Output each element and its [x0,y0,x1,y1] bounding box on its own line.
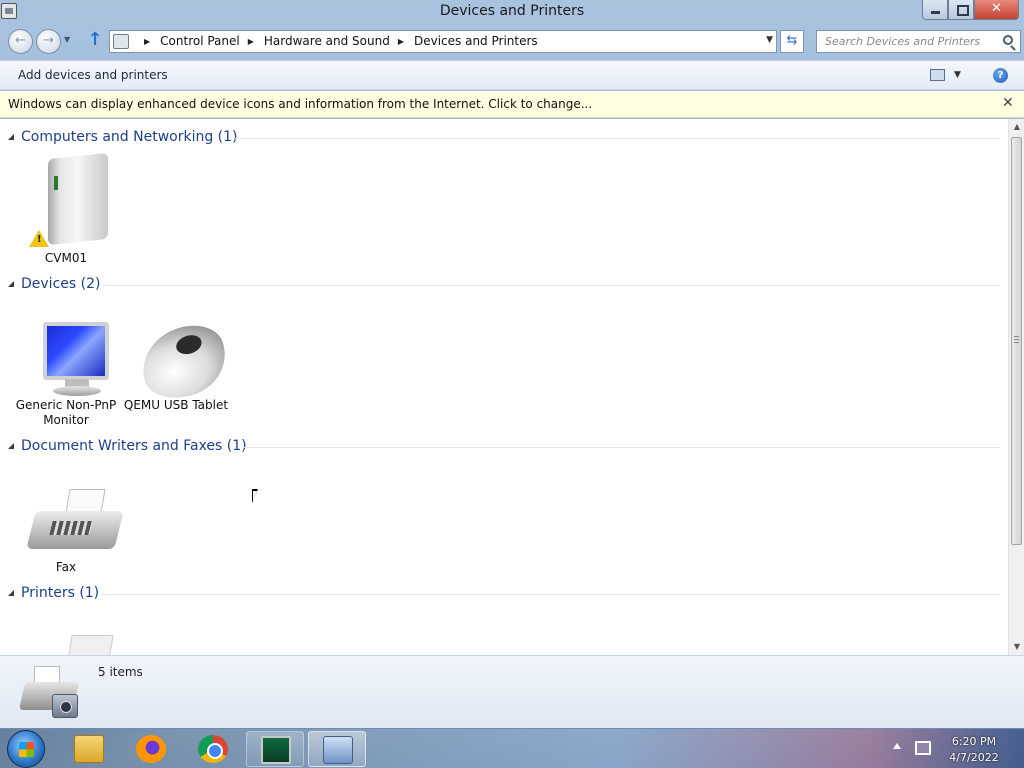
close-button[interactable]: ✕ [974,0,1019,20]
maximize-button[interactable] [948,0,974,20]
breadcrumb: ▶ Control Panel ▶ Hardware and Sound ▶ D… [136,34,538,48]
system-clock[interactable]: 6:20 PM 4/7/2022 [940,734,1008,766]
back-arrow-icon: ← [15,33,26,48]
breadcrumb-separator-icon[interactable]: ▶ [144,37,150,46]
fax-icon [26,489,124,549]
search-icon[interactable] [1003,35,1013,45]
view-options-dropdown-icon[interactable]: ▼ [954,70,961,80]
show-hidden-icons-icon[interactable] [893,743,901,749]
minimize-button[interactable] [922,0,948,20]
computer-icon [48,152,110,246]
recent-pages-dropdown[interactable]: ▼ [64,35,70,44]
forward-arrow-icon: → [43,33,54,48]
details-pane: 5 items [0,655,1024,728]
taskbar: 6:20 PM 4/7/2022 [0,728,1024,768]
collapse-arrow-icon[interactable] [8,443,14,449]
device-label: CVM01 [44,251,88,265]
camera-shape [52,694,78,718]
group-printers[interactable]: Printers (1) [0,583,1008,605]
printer-camera-icon [18,664,80,720]
information-bar[interactable]: Windows can display enhanced device icon… [0,91,1024,118]
breadcrumb-hardware-and-sound[interactable]: Hardware and Sound [264,34,390,48]
collapse-arrow-icon[interactable] [8,590,14,596]
mouse-icon [132,316,236,408]
breadcrumb-devices-and-printers[interactable]: Devices and Printers [414,34,538,48]
search-box[interactable] [816,30,1021,53]
up-level-button[interactable]: ↑ [85,31,105,51]
scroll-down-arrow-icon[interactable]: ▼ [1009,639,1024,655]
address-bar[interactable]: ▶ Control Panel ▶ Hardware and Sound ▶ D… [109,30,777,53]
clock-time: 6:20 PM [951,735,997,748]
breadcrumb-control-panel[interactable]: Control Panel [160,34,240,48]
device-label: Fax [55,560,77,574]
vertical-scrollbar[interactable]: ▲ ▼ [1008,119,1024,655]
computer-led [54,176,58,190]
computer-tower-shape [48,152,108,246]
taskbar-resource-monitor[interactable] [246,731,304,767]
navigation-bar: ← → ▼ ↑ ▶ Control Panel ▶ Hardware and S… [0,26,1024,56]
scroll-up-arrow-icon[interactable]: ▲ [1009,119,1024,135]
mouse-cursor-icon [252,489,258,503]
clock-date: 4/7/2022 [949,751,999,764]
group-title: Document Writers and Faxes (1) [21,438,247,454]
scrollbar-grip [1014,336,1019,344]
collapse-arrow-icon[interactable] [8,134,14,140]
folder-icon [74,735,104,763]
monitor-app-icon [261,736,291,764]
group-title: Computers and Networking (1) [21,129,238,145]
group-title: Printers (1) [21,585,100,601]
group-divider [102,285,1000,286]
group-title: Devices (2) [21,276,101,292]
item-count: 5 items [98,665,143,679]
information-bar-close-icon[interactable]: ✕ [1002,95,1014,111]
breadcrumb-separator-icon[interactable]: ▶ [248,37,254,46]
device-label: QEMU USB Tablet [123,398,229,412]
group-document-writers-and-faxes[interactable]: Document Writers and Faxes (1) [0,436,1008,458]
title-bar[interactable]: Devices and Printers ✕ [0,0,1024,24]
device-cvm01[interactable]: ! CVM01 [11,152,121,266]
group-devices[interactable]: Devices (2) [0,274,1008,296]
printer-icon[interactable] [68,635,114,655]
group-computers-and-networking[interactable]: Computers and Networking (1) [0,127,1008,149]
taskbar-devices-and-printers[interactable] [308,731,366,767]
help-button[interactable]: ? [993,68,1008,83]
taskbar-firefox[interactable] [122,731,180,767]
fax-keypad [49,521,93,535]
group-divider [235,138,1000,139]
device-generic-non-pnp-monitor[interactable]: Generic Non-PnP Monitor [11,322,121,432]
taskbar-file-explorer[interactable] [60,731,118,767]
warning-icon: ! [29,230,49,247]
network-icon[interactable] [915,741,931,755]
caption-buttons: ✕ [922,0,1019,20]
device-label: Generic Non-PnP Monitor [15,398,117,427]
group-divider [102,594,1000,595]
group-divider [242,447,1000,448]
forward-button[interactable]: → [36,29,61,54]
information-bar-text[interactable]: Windows can display enhanced device icon… [8,97,592,111]
taskbar-chrome[interactable] [184,731,242,767]
devices-app-icon [323,736,353,764]
monitor-screen [43,322,109,380]
address-dropdown-icon[interactable]: ▼ [766,35,773,45]
chrome-icon [198,735,228,763]
control-panel-icon [113,34,129,49]
firefox-icon [136,735,166,763]
search-input[interactable] [817,31,997,52]
add-devices-and-printers-button[interactable]: Add devices and printers [18,68,168,82]
back-button[interactable]: ← [8,29,33,54]
device-qemu-usb-tablet[interactable]: QEMU USB Tablet [121,316,236,432]
window-title: Devices and Printers [439,3,585,19]
devices-content-pane: Computers and Networking (1) ! CVM01 Dev… [0,119,1008,655]
monitor-icon [43,322,113,397]
collapse-arrow-icon[interactable] [8,281,14,287]
device-fax[interactable]: Fax [11,481,124,581]
breadcrumb-separator-icon[interactable]: ▶ [398,37,404,46]
devices-and-printers-window: Devices and Printers ✕ ← → ▼ ↑ ▶ Control… [0,0,1024,728]
monitor-base [53,386,101,396]
refresh-button[interactable]: ⇆ [780,30,804,53]
change-view-icon[interactable] [930,69,945,81]
command-bar: Add devices and printers ▼ ? [0,60,1024,90]
scrollbar-thumb[interactable] [1011,137,1022,545]
start-button[interactable] [7,730,45,768]
